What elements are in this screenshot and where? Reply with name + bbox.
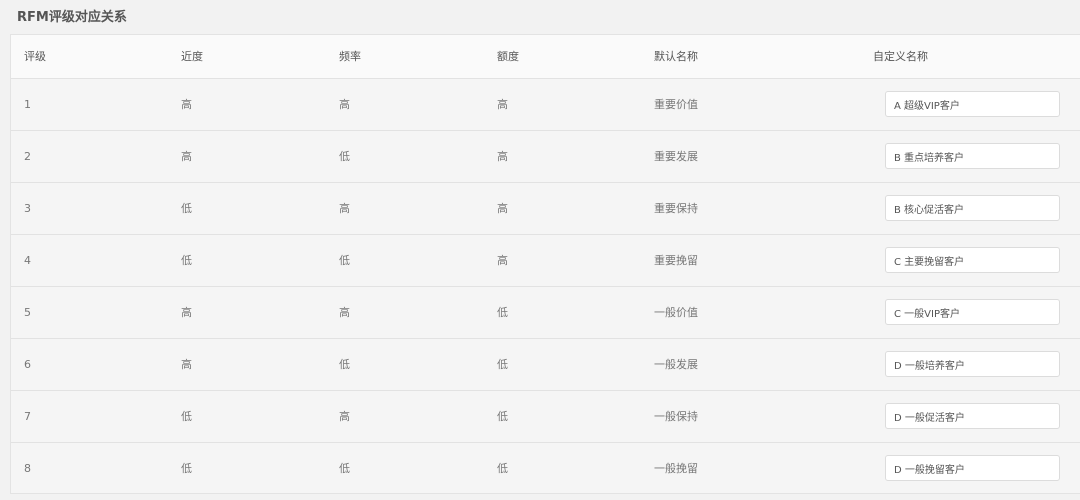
header-frequency: 频率 bbox=[339, 50, 361, 63]
custom-name-input[interactable] bbox=[885, 247, 1060, 273]
cell-frequency: 低 bbox=[339, 462, 350, 475]
custom-name-input[interactable] bbox=[885, 403, 1060, 429]
cell-level: 8 bbox=[24, 462, 31, 475]
table-row: 1 高 高 高 重要价值 bbox=[11, 79, 1080, 131]
custom-name-input[interactable] bbox=[885, 195, 1060, 221]
custom-name-input[interactable] bbox=[885, 143, 1060, 169]
cell-default-name: 一般价值 bbox=[654, 306, 698, 319]
cell-monetary: 低 bbox=[497, 462, 508, 475]
cell-default-name: 重要价值 bbox=[654, 98, 698, 111]
cell-default-name: 重要发展 bbox=[654, 150, 698, 163]
cell-frequency: 低 bbox=[339, 254, 350, 267]
cell-frequency: 低 bbox=[339, 358, 350, 371]
cell-frequency: 高 bbox=[339, 410, 350, 423]
cell-level: 4 bbox=[24, 254, 31, 267]
cell-recency: 高 bbox=[181, 306, 192, 319]
cell-level: 7 bbox=[24, 410, 31, 423]
cell-frequency: 高 bbox=[339, 98, 350, 111]
cell-recency: 高 bbox=[181, 98, 192, 111]
cell-level: 1 bbox=[24, 98, 31, 111]
cell-monetary: 高 bbox=[497, 98, 508, 111]
custom-name-input[interactable] bbox=[885, 455, 1060, 481]
table-row: 6 高 低 低 一般发展 bbox=[11, 339, 1080, 391]
cell-recency: 低 bbox=[181, 202, 192, 215]
custom-name-input[interactable] bbox=[885, 299, 1060, 325]
cell-default-name: 重要保持 bbox=[654, 202, 698, 215]
cell-frequency: 低 bbox=[339, 150, 350, 163]
custom-name-input[interactable] bbox=[885, 351, 1060, 377]
cell-monetary: 低 bbox=[497, 358, 508, 371]
cell-frequency: 高 bbox=[339, 306, 350, 319]
cell-level: 2 bbox=[24, 150, 31, 163]
cell-monetary: 高 bbox=[497, 150, 508, 163]
cell-monetary: 高 bbox=[497, 254, 508, 267]
table-header: 评级 近度 频率 额度 默认名称 自定义名称 bbox=[11, 35, 1080, 79]
cell-level: 5 bbox=[24, 306, 31, 319]
header-custom-name: 自定义名称 bbox=[873, 50, 928, 63]
custom-name-input[interactable] bbox=[885, 91, 1060, 117]
table-row: 4 低 低 高 重要挽留 bbox=[11, 235, 1080, 287]
cell-level: 3 bbox=[24, 202, 31, 215]
cell-recency: 高 bbox=[181, 150, 192, 163]
header-monetary: 额度 bbox=[497, 50, 519, 63]
header-default-name: 默认名称 bbox=[654, 50, 698, 63]
cell-default-name: 一般挽留 bbox=[654, 462, 698, 475]
rfm-panel: RFM评级对应关系 评级 近度 频率 额度 默认名称 自定义名称 1 高 高 高… bbox=[0, 0, 1080, 500]
table-row: 3 低 高 高 重要保持 bbox=[11, 183, 1080, 235]
cell-recency: 低 bbox=[181, 254, 192, 267]
panel-title: RFM评级对应关系 bbox=[17, 10, 127, 25]
cell-default-name: 一般发展 bbox=[654, 358, 698, 371]
cell-frequency: 高 bbox=[339, 202, 350, 215]
cell-default-name: 重要挽留 bbox=[654, 254, 698, 267]
cell-default-name: 一般保持 bbox=[654, 410, 698, 423]
rfm-table: 评级 近度 频率 额度 默认名称 自定义名称 1 高 高 高 重要价值 2 高 … bbox=[10, 34, 1080, 494]
table-row: 7 低 高 低 一般保持 bbox=[11, 391, 1080, 443]
table-row: 2 高 低 高 重要发展 bbox=[11, 131, 1080, 183]
cell-monetary: 低 bbox=[497, 410, 508, 423]
cell-level: 6 bbox=[24, 358, 31, 371]
cell-monetary: 低 bbox=[497, 306, 508, 319]
cell-monetary: 高 bbox=[497, 202, 508, 215]
cell-recency: 低 bbox=[181, 462, 192, 475]
cell-recency: 高 bbox=[181, 358, 192, 371]
header-recency: 近度 bbox=[181, 50, 203, 63]
table-row: 8 低 低 低 一般挽留 bbox=[11, 443, 1080, 494]
table-row: 5 高 高 低 一般价值 bbox=[11, 287, 1080, 339]
cell-recency: 低 bbox=[181, 410, 192, 423]
header-level: 评级 bbox=[24, 50, 46, 63]
